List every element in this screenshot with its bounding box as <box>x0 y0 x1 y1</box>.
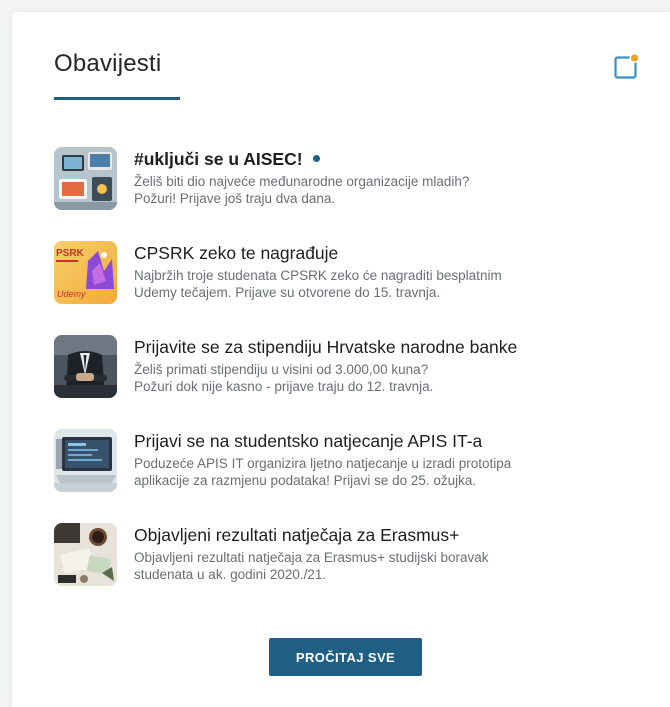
item-title[interactable]: Objavljeni rezultati natječaja za Erasmu… <box>134 524 650 546</box>
item-description: Želiš primati stipendiju u visini od 3.0… <box>134 362 434 394</box>
list-item[interactable]: #uključi se u AISEC! Želiš biti dio najv… <box>54 147 650 241</box>
businessman-thumbnail <box>54 335 117 398</box>
read-all-button[interactable]: PROČITAJ SVE <box>269 638 422 676</box>
notifications-card: Obavijesti #uključi se u AISEC! Želiš bi… <box>12 12 670 707</box>
list-item[interactable]: Prijavi se na studentsko natjecanje APIS… <box>54 429 650 523</box>
notification-list: #uključi se u AISEC! Želiš biti dio najv… <box>54 147 650 617</box>
list-item[interactable]: PSRK Udemy CPSRK zeko te nagrađuje Najbr… <box>54 241 650 335</box>
item-title[interactable]: Prijavi se na studentsko natjecanje APIS… <box>134 430 650 452</box>
unread-dot-icon <box>312 154 320 162</box>
widget-title: Obavijesti <box>54 50 162 77</box>
card-header: Obavijesti <box>54 50 670 110</box>
item-description: Najbržih troje studenata CPSRK zeko će n… <box>134 268 502 300</box>
notification-badge-icon[interactable] <box>614 53 640 79</box>
item-title-text: #uključi se u AISEC! <box>134 149 303 169</box>
list-item[interactable]: Prijavite se za stipendiju Hrvatske naro… <box>54 335 650 429</box>
thumb-cpsrk-text: PSRK <box>56 248 85 259</box>
item-title[interactable]: #uključi se u AISEC! <box>134 148 650 170</box>
travel-desk-thumbnail <box>54 523 117 586</box>
laptop-screen-thumbnail <box>54 429 117 492</box>
cpsrk-udemy-thumbnail: PSRK Udemy <box>54 241 117 304</box>
thumb-udemy-text: Udemy <box>57 289 86 299</box>
list-item[interactable]: Objavljeni rezultati natječaja za Erasmu… <box>54 523 650 617</box>
title-underline <box>54 97 180 100</box>
item-title[interactable]: Prijavite se za stipendiju Hrvatske naro… <box>134 336 650 358</box>
item-description: Poduzeće APIS IT organizira ljetno natje… <box>134 456 512 488</box>
laptop-desk-thumbnail <box>54 147 117 210</box>
item-description: Objavljeni rezultati natječaja za Erasmu… <box>134 550 489 582</box>
item-description: Želiš biti dio najveće međunarodne organ… <box>134 174 470 206</box>
item-title[interactable]: CPSRK zeko te nagrađuje <box>134 242 650 264</box>
